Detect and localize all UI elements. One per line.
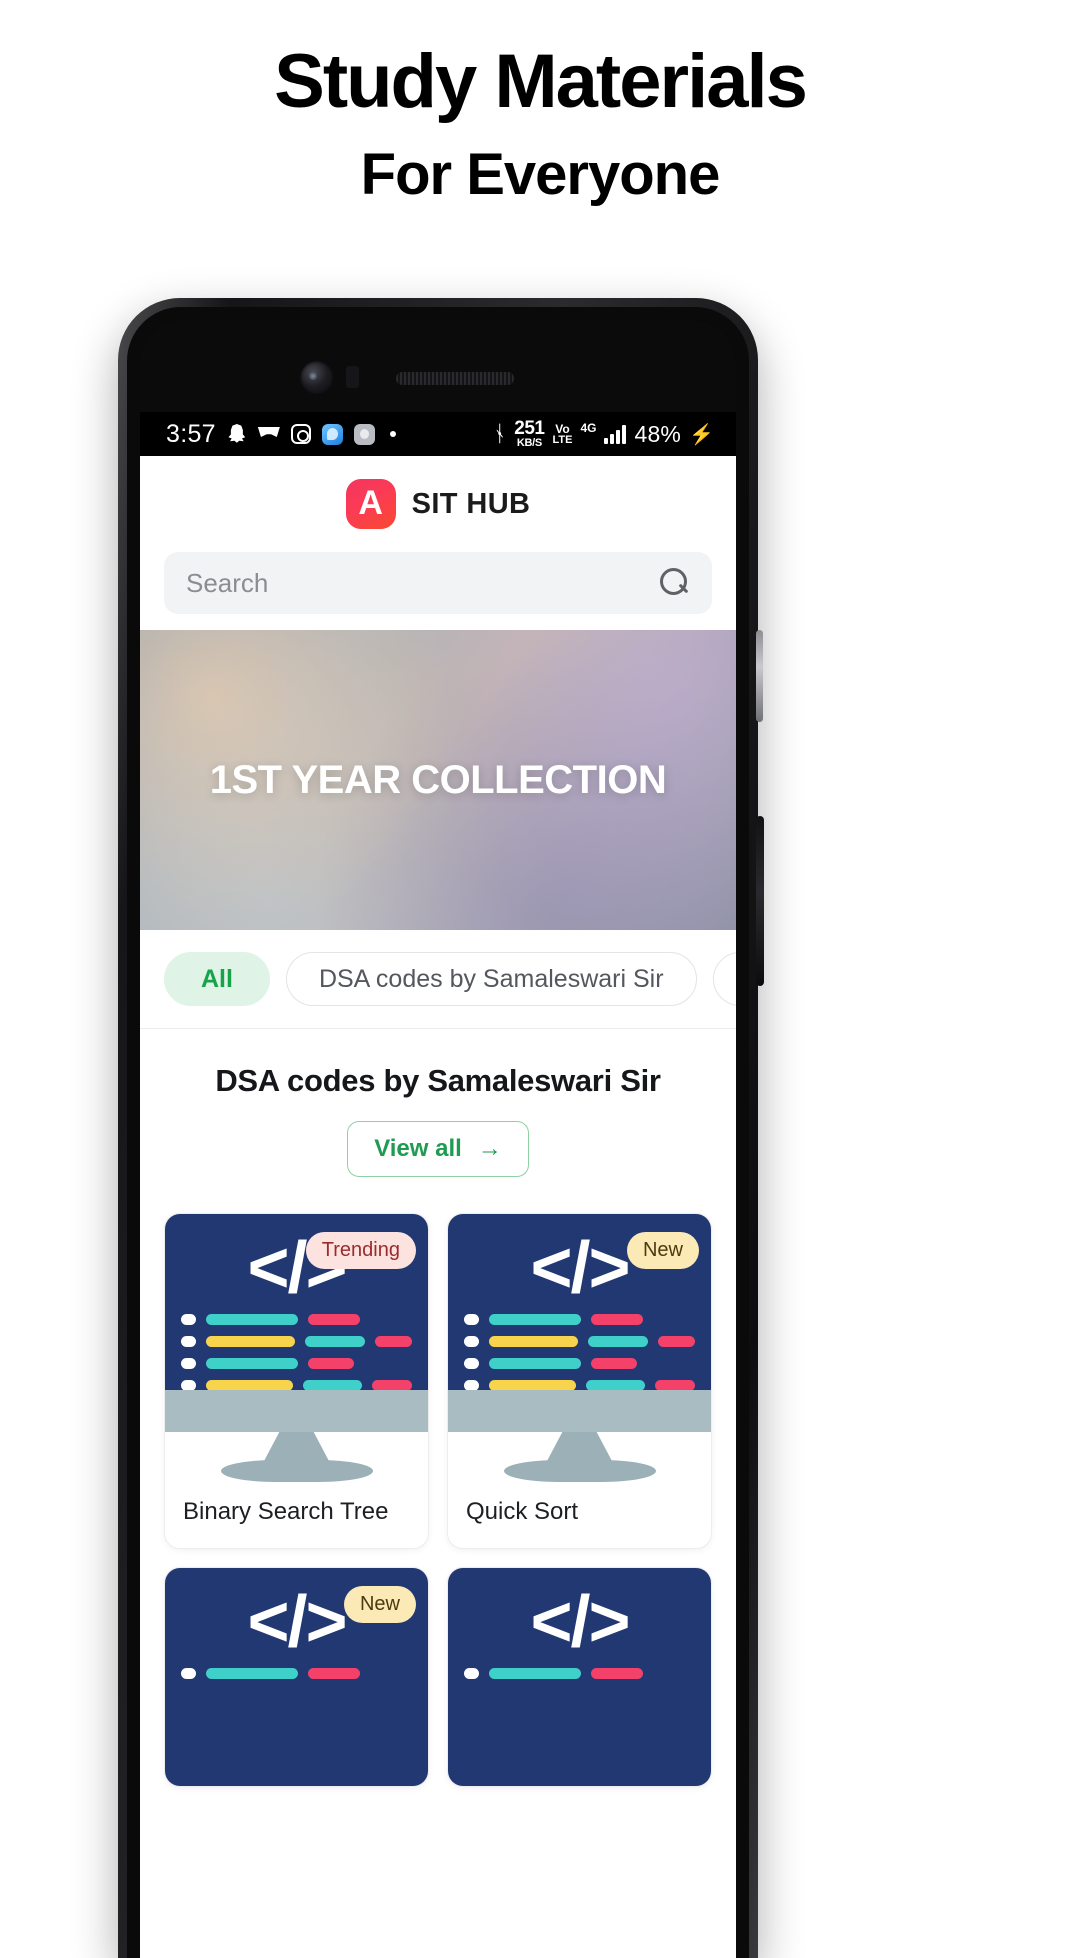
promo-header: Study Materials For Everyone <box>0 0 1080 215</box>
volte-bottom-label: LTE <box>552 433 573 446</box>
grey-app-icon <box>353 423 375 445</box>
status-badge: Trending <box>305 1232 416 1269</box>
arrow-right-icon: → <box>477 1135 502 1162</box>
card-grid: </> Trending Binary Search Tree </> New … <box>140 1177 736 1787</box>
status-time: 3:57 <box>166 419 216 448</box>
card-title: Quick Sort <box>466 1498 579 1525</box>
material-card[interactable]: </> New <box>164 1567 429 1787</box>
code-lines-graphic <box>181 1314 413 1392</box>
search-row: Search <box>140 552 736 630</box>
status-bar-right: ᛀ 251 KB/S Vo LTE 4G 48% ⚡ <box>493 419 714 449</box>
view-all-label: View all <box>374 1135 462 1162</box>
material-card[interactable]: </> New Quick Sort <box>447 1213 712 1549</box>
instagram-icon <box>290 424 311 444</box>
monitor-base <box>448 1390 711 1432</box>
status-badge: New <box>343 1586 416 1623</box>
network-type-label: 4G <box>580 421 597 435</box>
view-all-button[interactable]: View all → <box>347 1121 529 1177</box>
card-thumbnail: </> Trending <box>165 1214 428 1432</box>
signal-bars-icon <box>604 424 627 444</box>
power-button[interactable] <box>756 816 764 986</box>
section-dsa: DSA codes by Samaleswari Sir View all → <box>140 1029 736 1177</box>
chip-all[interactable]: All <box>164 952 270 1006</box>
volte-top-label: Vo <box>555 421 570 436</box>
blue-app-icon <box>321 423 343 445</box>
more-dot-icon <box>389 431 396 437</box>
code-lines-graphic <box>181 1668 412 1680</box>
masked-face-icon <box>258 425 280 443</box>
material-card[interactable]: </> <box>447 1567 712 1787</box>
card-thumbnail: </> New <box>448 1214 711 1432</box>
network-speed-value: 251 <box>514 418 545 439</box>
app-title: SIT HUB <box>411 487 531 520</box>
hero-banner-title: 1ST YEAR COLLECTION <box>209 757 667 802</box>
section-title: DSA codes by Samaleswari Sir <box>215 1063 661 1098</box>
volte-icon: Vo LTE <box>552 423 572 446</box>
app-content: A SIT HUB Search 1ST YEAR COLLECTION All… <box>140 456 736 1958</box>
status-badge: New <box>626 1232 699 1269</box>
promo-headline: Study Materials <box>274 39 808 124</box>
charging-bolt-icon: ⚡ <box>689 423 714 446</box>
phone-sensor-row <box>140 320 736 412</box>
search-input[interactable]: Search <box>164 552 712 614</box>
search-icon[interactable] <box>660 568 690 598</box>
phone-mockup: 3:57 ᛀ 251 KB/S Vo LTE 4G 48% ⚡ A SIT HU… <box>118 298 764 1958</box>
earpiece-speaker-icon <box>396 372 514 385</box>
snapchat-icon <box>228 424 246 443</box>
bluetooth-icon: ᛀ <box>493 421 507 446</box>
volume-button[interactable] <box>756 630 763 722</box>
app-header: A SIT HUB <box>140 456 736 552</box>
card-thumbnail: </> New <box>165 1568 428 1786</box>
material-card[interactable]: </> Trending Binary Search Tree <box>164 1213 429 1549</box>
battery-percent: 48% <box>634 420 682 447</box>
network-speed-indicator: 251 KB/S <box>514 418 545 449</box>
app-logo-icon: A <box>345 479 396 529</box>
promo-subheadline: For Everyone <box>360 141 721 207</box>
monitor-stand <box>448 1432 711 1490</box>
filter-chips[interactable]: All DSA codes by Samaleswari Sir CTE Tex… <box>140 930 736 1029</box>
hero-banner[interactable]: 1ST YEAR COLLECTION <box>140 630 736 930</box>
chip-dsa-codes[interactable]: DSA codes by Samaleswari Sir <box>285 952 697 1006</box>
status-bar: 3:57 ᛀ 251 KB/S Vo LTE 4G 48% ⚡ <box>140 412 736 456</box>
code-lines-graphic <box>464 1668 695 1680</box>
code-brackets-icon: </> <box>530 1582 630 1662</box>
search-placeholder: Search <box>186 567 269 598</box>
phone-screen: 3:57 ᛀ 251 KB/S Vo LTE 4G 48% ⚡ A SIT HU… <box>140 320 736 1958</box>
front-camera-icon <box>300 361 334 395</box>
status-bar-left: 3:57 <box>166 420 396 449</box>
network-speed-unit: KB/S <box>516 437 542 449</box>
chip-cte-texts[interactable]: CTE Texts <box>712 952 736 1006</box>
monitor-base <box>165 1390 428 1432</box>
card-title: Binary Search Tree <box>183 1498 389 1525</box>
card-thumbnail: </> <box>448 1568 711 1786</box>
monitor-stand <box>165 1432 428 1490</box>
proximity-sensor-icon <box>346 366 359 388</box>
code-lines-graphic <box>464 1314 696 1392</box>
